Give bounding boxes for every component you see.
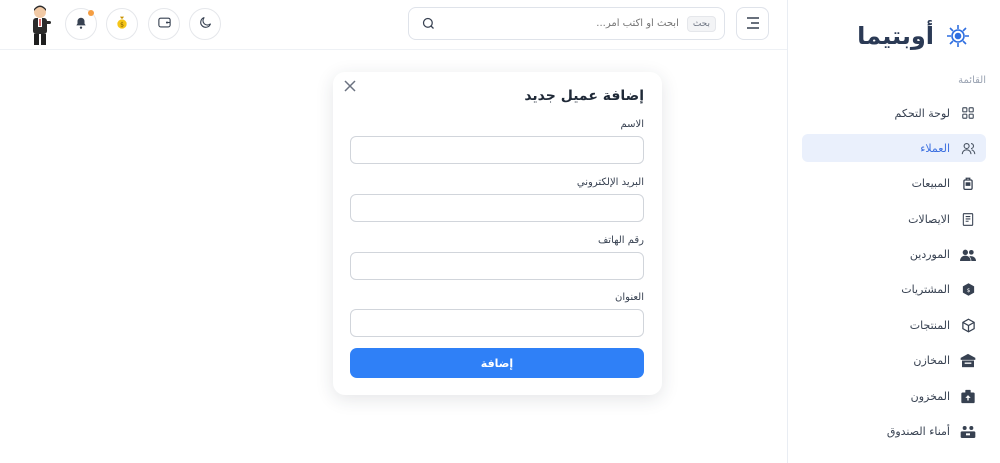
- add-customer-button[interactable]: إضافة: [350, 348, 644, 378]
- users-icon: [960, 140, 976, 156]
- sidebar-item-label: الموردين: [909, 248, 950, 262]
- sidebar-item-customers[interactable]: العملاء: [802, 134, 986, 163]
- suppliers-icon: [960, 247, 976, 263]
- sidebar-item-label: المشتريات: [901, 283, 950, 297]
- search-input[interactable]: [478, 18, 679, 29]
- coins-button[interactable]: $: [106, 8, 138, 40]
- dashboard-icon: [960, 105, 976, 121]
- close-icon[interactable]: [343, 78, 357, 92]
- sidebar-item-sales[interactable]: المبيعات: [802, 170, 986, 198]
- sidebar-item-label: المنتجات: [909, 318, 950, 332]
- phone-label: رقم الهاتف: [597, 235, 644, 246]
- moon-icon: [198, 15, 213, 34]
- brand-logo-icon: [944, 22, 972, 50]
- sidebar-item-label: المبيعات: [911, 177, 950, 191]
- sidebar-item-label: المخازن: [913, 354, 950, 368]
- sidebar-item-receipts[interactable]: الايصالات: [802, 205, 986, 233]
- cashiers-icon: [960, 424, 976, 440]
- sidebar-item-dashboard[interactable]: لوحة التحكم: [802, 99, 986, 127]
- avatar[interactable]: [22, 3, 58, 47]
- purchases-icon: $: [960, 282, 976, 298]
- menu-section-label: القائمة: [958, 75, 986, 86]
- sidebar-item-label: الايصالات: [908, 212, 950, 226]
- wallet-button[interactable]: [148, 8, 180, 40]
- email-field[interactable]: [350, 194, 644, 222]
- sidebar-item-products[interactable]: المنتجات: [802, 311, 986, 339]
- sidebar-item-cashiers[interactable]: أمناء الصندوق: [802, 418, 986, 446]
- sidebar-toggle-button[interactable]: [736, 7, 769, 40]
- search-icon: [421, 16, 436, 35]
- brand-name: أوبتيما: [857, 22, 934, 50]
- phone-field[interactable]: [350, 252, 644, 280]
- address-label: العنوان: [615, 292, 644, 303]
- sidebar-item-suppliers[interactable]: الموردين: [802, 241, 986, 269]
- search-box[interactable]: بحث: [408, 7, 725, 40]
- search-shortcut: بحث: [686, 15, 716, 32]
- warehouse-icon: [960, 353, 976, 369]
- box-icon: [960, 317, 976, 333]
- svg-text:$: $: [120, 22, 124, 29]
- address-field[interactable]: [350, 309, 644, 337]
- top-header: $ بحث: [0, 0, 787, 50]
- email-label: البريد الإلكتروني: [576, 177, 644, 188]
- wallet-icon: [157, 15, 172, 34]
- sidebar: أوبتيما القائمة لوحة التحكم العملاء المب…: [787, 0, 1000, 463]
- inventory-icon: [960, 388, 976, 404]
- name-label: الاسم: [620, 119, 644, 130]
- sidebar-item-purchases[interactable]: $ المشتريات: [802, 276, 986, 304]
- brand[interactable]: أوبتيما: [857, 18, 972, 54]
- bell-icon: [74, 15, 88, 34]
- sidebar-item-label: المخزون: [910, 389, 950, 403]
- shopping-bag-icon: [960, 176, 976, 192]
- modal-title: إضافة عميل جديد: [524, 88, 644, 104]
- notifications-button[interactable]: [65, 8, 97, 40]
- receipt-icon: [960, 211, 976, 227]
- sidebar-item-label: لوحة التحكم: [894, 106, 950, 120]
- sidebar-item-warehouses[interactable]: المخازن: [802, 347, 986, 375]
- add-customer-modal: إضافة عميل جديد الاسم البريد الإلكتروني …: [333, 72, 662, 395]
- notification-dot: [88, 10, 94, 16]
- money-bag-icon: $: [114, 14, 130, 34]
- sidebar-item-inventory[interactable]: المخزون: [802, 382, 986, 410]
- sidebar-item-label: العملاء: [920, 141, 950, 155]
- name-field[interactable]: [350, 136, 644, 164]
- dark-mode-toggle[interactable]: [189, 8, 221, 40]
- svg-text:$: $: [966, 288, 970, 294]
- sidebar-item-label: أمناء الصندوق: [886, 425, 950, 439]
- menu-icon: [746, 14, 760, 33]
- sidebar-menu: لوحة التحكم العملاء المبيعات الايصالات ا…: [802, 99, 986, 453]
